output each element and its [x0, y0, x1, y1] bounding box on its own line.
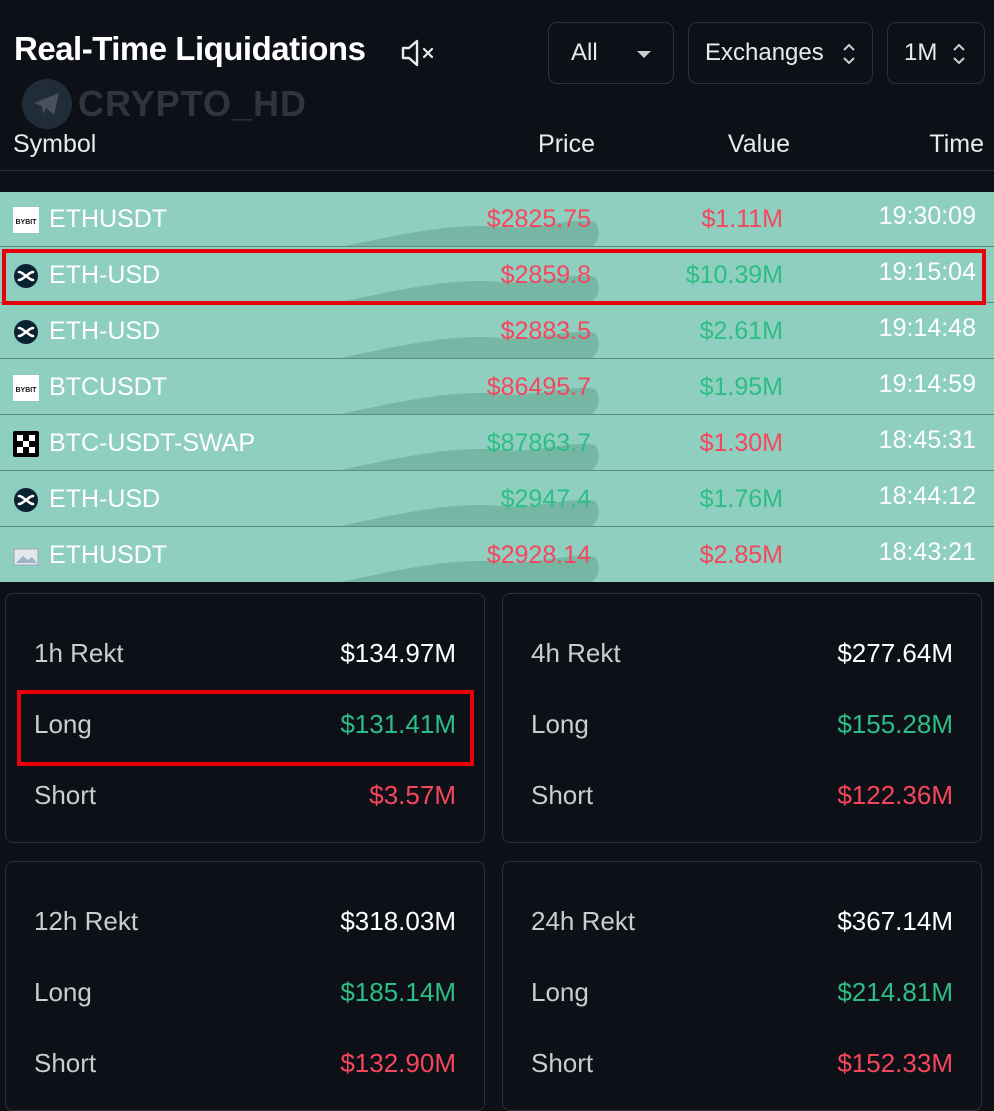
stat-card-total: $318.03M: [340, 906, 456, 936]
short-label: Short: [34, 1048, 97, 1078]
long-label: Long: [531, 709, 589, 739]
sort-updown-icon: [843, 43, 855, 65]
type-filter-value: All: [571, 39, 598, 66]
price-cell: $2928.14: [486, 541, 591, 569]
value-cell: $2.85M: [699, 541, 783, 569]
svg-text:BYBIT: BYBIT: [16, 387, 38, 394]
short-label: Short: [531, 780, 594, 810]
time-cell: 19:14:48: [878, 314, 976, 342]
value-cell: $2.61M: [699, 317, 783, 345]
time-cell: 18:45:31: [878, 426, 976, 454]
column-header-time[interactable]: Time: [929, 130, 984, 159]
table-row[interactable]: BYBIT BTCUSDT $86495.7 $1.95M 19:14:59: [0, 360, 994, 415]
table-row[interactable]: ETHUSDT $2928.14 $2.85M 18:43:21: [0, 528, 994, 582]
long-value: $185.14M: [340, 977, 456, 1007]
short-value: $3.57M: [369, 780, 456, 810]
bybit-icon: BYBIT: [13, 207, 39, 233]
symbol-cell: ETHUSDT: [49, 205, 168, 233]
table-row[interactable]: BTC-USDT-SWAP $87863.7 $1.30M 18:45:31: [0, 416, 994, 471]
type-filter-dropdown[interactable]: All: [548, 22, 674, 84]
value-cell: $1.11M: [701, 205, 783, 233]
table-row[interactable]: BYBIT ETHUSDT $2825.75 $1.11M 19:30:09: [0, 192, 994, 247]
stat-card-4h: 4h Rekt $277.64M Long $155.28M Short $12…: [502, 593, 982, 843]
annotation-highlight-row: [2, 249, 986, 305]
time-cell: 19:14:59: [878, 370, 976, 398]
bitmex-icon: [14, 320, 38, 344]
table-row[interactable]: ETH-USD $2947.4 $1.76M 18:44:12: [0, 472, 994, 527]
table-header: Symbol Price Value Time: [0, 126, 994, 171]
sort-updown-icon: [953, 43, 965, 65]
price-cell: $87863.7: [486, 429, 591, 457]
exchanges-label: Exchanges: [705, 39, 824, 66]
stat-card-24h: 24h Rekt $367.14M Long $214.81M Short $1…: [502, 861, 982, 1111]
telegram-icon: [22, 79, 72, 129]
long-value: $155.28M: [837, 709, 953, 739]
stat-card-total: $277.64M: [837, 638, 953, 668]
symbol-cell: BTCUSDT: [49, 373, 168, 401]
table-row[interactable]: ETH-USD $2883.5 $2.61M 19:14:48: [0, 304, 994, 359]
stat-card-total: $134.97M: [340, 638, 456, 668]
stat-card-title: 12h Rekt: [34, 906, 139, 936]
time-cell: 19:30:09: [878, 202, 976, 230]
long-value: $214.81M: [837, 977, 953, 1007]
column-header-symbol[interactable]: Symbol: [13, 130, 96, 159]
short-value: $152.33M: [837, 1048, 953, 1078]
watermark: CRYPTO_HD: [22, 79, 308, 129]
column-header-price[interactable]: Price: [538, 130, 595, 159]
symbol-cell: ETH-USD: [49, 485, 161, 513]
symbol-cell: BTC-USDT-SWAP: [49, 429, 256, 457]
bybit-icon: BYBIT: [13, 375, 39, 401]
short-value: $122.36M: [837, 780, 953, 810]
value-cell: $1.30M: [699, 429, 783, 457]
bitmex-icon: [14, 488, 38, 512]
price-cell: $2825.75: [486, 205, 591, 233]
period-select[interactable]: 1M: [887, 22, 985, 84]
stat-card-title: 4h Rekt: [531, 638, 621, 668]
image-placeholder-icon: [13, 548, 39, 566]
value-cell: $1.76M: [699, 485, 783, 513]
exchanges-select[interactable]: Exchanges: [688, 22, 873, 84]
long-label: Long: [34, 977, 92, 1007]
page-title: Real-Time Liquidations: [14, 30, 366, 67]
svg-text:BYBIT: BYBIT: [16, 219, 38, 226]
time-cell: 18:43:21: [878, 538, 976, 566]
symbol-cell: ETHUSDT: [49, 541, 168, 569]
symbol-cell: ETH-USD: [49, 317, 161, 345]
price-cell: $2883.5: [500, 317, 591, 345]
speaker-muted-icon[interactable]: [400, 38, 434, 68]
stat-card-total: $367.14M: [837, 906, 953, 936]
long-label: Long: [531, 977, 589, 1007]
period-value: 1M: [904, 39, 938, 66]
price-cell: $86495.7: [486, 373, 591, 401]
time-cell: 18:44:12: [878, 482, 976, 510]
stat-card-title: 24h Rekt: [531, 906, 636, 936]
watermark-text: CRYPTO_HD: [78, 83, 308, 124]
okx-icon: [13, 431, 39, 457]
short-label: Short: [34, 780, 97, 810]
column-header-value[interactable]: Value: [728, 130, 790, 159]
stat-card-title: 1h Rekt: [34, 638, 124, 668]
stat-card-12h: 12h Rekt $318.03M Long $185.14M Short $1…: [5, 861, 485, 1111]
price-cell: $2947.4: [500, 485, 591, 513]
annotation-highlight-long: [17, 690, 474, 766]
short-value: $132.90M: [340, 1048, 456, 1078]
value-cell: $1.95M: [699, 373, 783, 401]
short-label: Short: [531, 1048, 594, 1078]
chevron-down-icon: [637, 51, 651, 58]
